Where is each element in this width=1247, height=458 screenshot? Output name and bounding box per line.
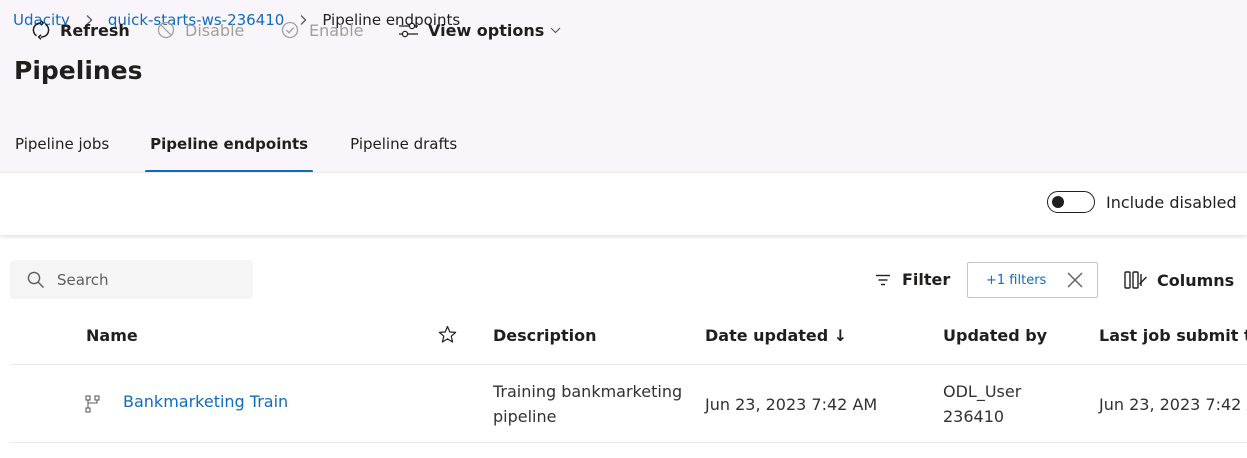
date-updated-cell: Jun 23, 2023 7:42 AM — [705, 395, 878, 414]
star-icon[interactable] — [438, 325, 457, 348]
pipeline-icon — [84, 394, 102, 418]
column-header-last-job-submit[interactable]: Last job submit tim — [1099, 326, 1247, 345]
view-options-button[interactable]: View options — [398, 19, 561, 41]
column-header-description[interactable]: Description — [493, 326, 596, 345]
tab-list: Pipeline jobs Pipeline endpoints Pipelin… — [0, 128, 457, 173]
filter-icon — [875, 273, 891, 287]
include-disabled-label: Include disabled — [1106, 193, 1237, 212]
columns-icon — [1124, 270, 1148, 290]
header-divider — [10, 364, 1247, 365]
description-line-1: Training bankmarketing — [493, 382, 683, 401]
refresh-icon — [31, 20, 51, 40]
enable-icon — [280, 20, 300, 40]
disable-icon — [156, 20, 176, 40]
tab-pipeline-endpoints[interactable]: Pipeline endpoints — [145, 128, 314, 173]
columns-label: Columns — [1157, 270, 1235, 290]
page-title: Pipelines — [14, 56, 143, 85]
toggle-knob — [1052, 196, 1064, 208]
pipeline-description: Training bankmarketing pipeline — [493, 379, 693, 429]
updated-by-line-1: ODL_User — [943, 382, 1022, 401]
view-options-label: View options — [428, 20, 545, 40]
include-disabled-toggle[interactable] — [1047, 191, 1095, 213]
description-line-2: pipeline — [493, 407, 557, 426]
tab-pipeline-jobs[interactable]: Pipeline jobs — [15, 128, 109, 160]
column-header-updated-by[interactable]: Updated by — [943, 326, 1047, 345]
disable-button[interactable]: Disable — [156, 19, 244, 41]
filter-label: Filter — [902, 270, 951, 289]
updated-by-line-2: 236410 — [943, 407, 1005, 426]
column-header-date-updated[interactable]: Date updated ↓ — [705, 326, 847, 345]
tab-pipeline-drafts[interactable]: Pipeline drafts — [350, 128, 457, 160]
search-icon — [27, 271, 45, 289]
last-job-submit-cell: Jun 23, 2023 7:42 A — [1099, 395, 1247, 414]
enable-button[interactable]: Enable — [280, 19, 364, 41]
filter-chip-label[interactable]: +1 filters — [986, 273, 1046, 288]
refresh-button[interactable]: Refresh — [31, 19, 130, 41]
close-icon[interactable] — [1066, 271, 1084, 289]
updated-by-cell: ODL_User 236410 — [943, 379, 1063, 429]
search-box[interactable] — [10, 260, 253, 299]
refresh-label: Refresh — [60, 20, 130, 40]
row-divider — [10, 442, 1247, 443]
search-input[interactable] — [57, 270, 227, 289]
column-header-name[interactable]: Name — [86, 326, 138, 345]
sliders-icon — [398, 20, 419, 40]
disable-label: Disable — [185, 20, 245, 40]
pipeline-name-link[interactable]: Bankmarketing Train — [123, 392, 288, 411]
chevron-down-icon — [550, 26, 561, 34]
active-filter-chip: +1 filters — [967, 262, 1098, 298]
filter-button[interactable]: Filter — [875, 270, 950, 289]
enable-label: Enable — [309, 20, 364, 40]
columns-button[interactable]: Columns — [1124, 270, 1234, 290]
